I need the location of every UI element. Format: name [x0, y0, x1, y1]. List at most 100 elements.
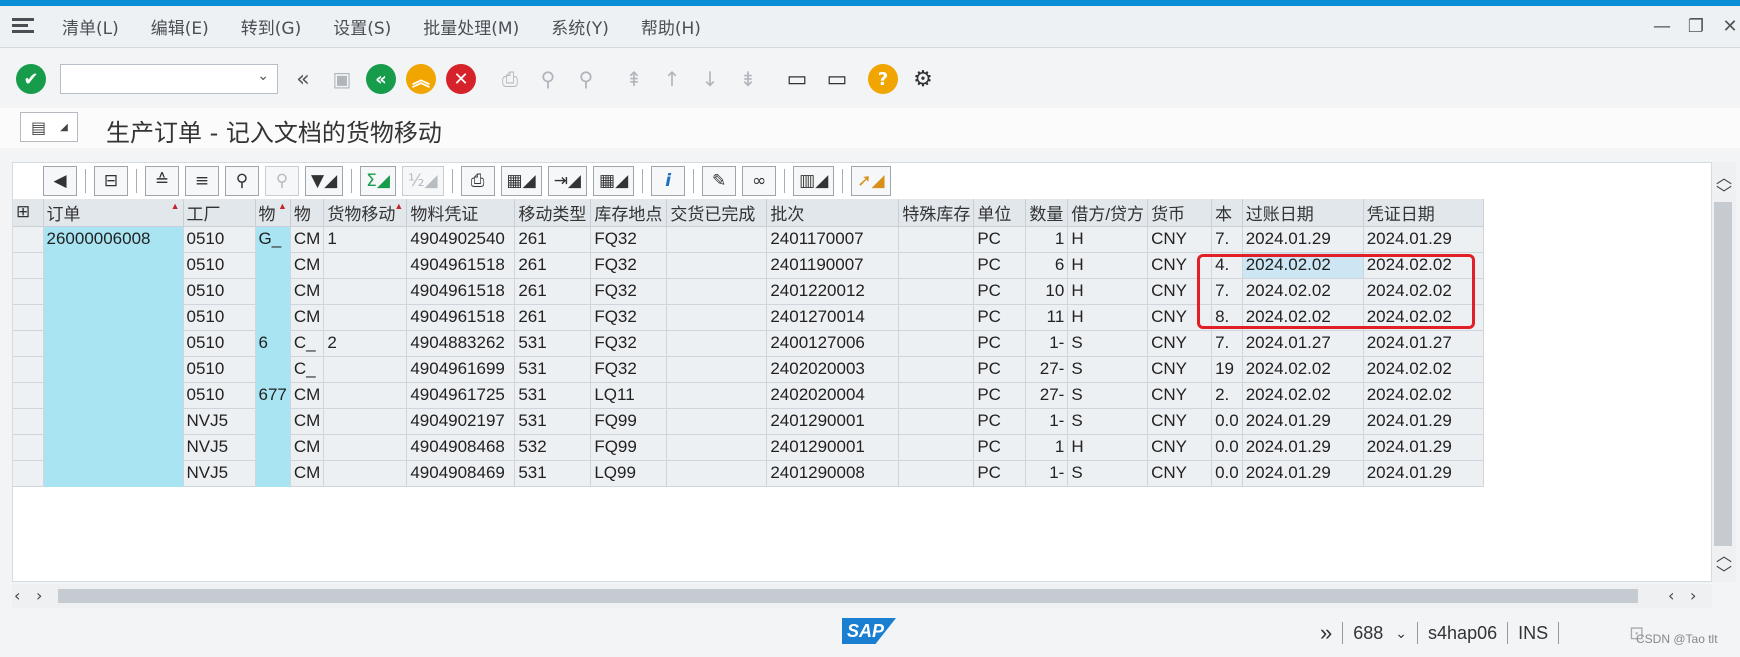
- scroll-left-end-icon[interactable]: ‹: [1668, 586, 1674, 605]
- cell-special-stock[interactable]: [898, 330, 975, 357]
- menu-help[interactable]: 帮助(H): [641, 14, 701, 39]
- cell-delivery-completed[interactable]: [666, 226, 768, 253]
- cell-batch[interactable]: 2401270014: [766, 304, 900, 331]
- exit-icon[interactable]: ︽: [406, 64, 436, 94]
- sort-descending-icon[interactable]: ≡: [185, 166, 219, 196]
- cell-plant[interactable]: 0510: [183, 226, 256, 253]
- col-header-document-date[interactable]: 凭证日期: [1363, 199, 1484, 227]
- cell-amount[interactable]: 7.: [1211, 226, 1243, 253]
- vertical-scrollbar[interactable]: ︿ ﹀ ︿ ﹀: [1712, 162, 1736, 583]
- cell-material[interactable]: [255, 304, 291, 331]
- cell-material[interactable]: 6: [255, 330, 291, 357]
- cell-debit-credit[interactable]: S: [1067, 330, 1149, 357]
- col-header-plant[interactable]: 工厂: [183, 199, 256, 227]
- cell-plant[interactable]: 0510: [183, 382, 256, 409]
- cell-storage-location[interactable]: LQ99: [590, 460, 668, 487]
- title-menu-button[interactable]: ▤ ◢: [20, 112, 78, 142]
- cell-storage-location[interactable]: FQ32: [590, 252, 668, 279]
- cell-document-date[interactable]: 2024.02.02: [1363, 382, 1484, 409]
- cell-special-stock[interactable]: [898, 356, 975, 383]
- cell-special-stock[interactable]: [898, 460, 975, 487]
- cell-movement-type[interactable]: 531: [514, 460, 592, 487]
- cell-plant[interactable]: 0510: [183, 252, 256, 279]
- cell-special-stock[interactable]: [898, 304, 975, 331]
- cell-storage-location[interactable]: LQ11: [590, 382, 668, 409]
- cell-posting-date[interactable]: 2024.01.29: [1242, 460, 1364, 487]
- cell-special-stock[interactable]: [898, 434, 975, 461]
- collapse-left-icon[interactable]: «: [288, 64, 318, 94]
- print-preview-icon[interactable]: ⎙: [460, 166, 495, 196]
- cell-batch[interactable]: 2402020004: [766, 382, 900, 409]
- cell-delivery-completed[interactable]: [666, 382, 768, 409]
- cell-unit[interactable]: PC: [973, 356, 1027, 383]
- scroll-right-end-icon[interactable]: ›: [1690, 586, 1696, 605]
- cell-order[interactable]: [43, 278, 184, 305]
- cell-quantity[interactable]: 6: [1025, 252, 1069, 279]
- cell-goods-movement[interactable]: [323, 434, 408, 461]
- menu-goto[interactable]: 转到(G): [241, 14, 301, 39]
- cell-quantity[interactable]: 1-: [1025, 408, 1069, 435]
- cell-posting-date[interactable]: 2024.01.29: [1242, 408, 1364, 435]
- sort-ascending-icon[interactable]: ≙: [145, 166, 179, 196]
- cell-plant[interactable]: NVJ5: [183, 434, 256, 461]
- vertical-scroll-thumb[interactable]: [1714, 202, 1732, 546]
- cell-amount[interactable]: 0.0: [1211, 434, 1243, 461]
- cell-material-desc[interactable]: C_: [290, 330, 325, 357]
- cell-order[interactable]: [43, 408, 184, 435]
- cell-storage-location[interactable]: FQ32: [590, 226, 668, 253]
- cell-debit-credit[interactable]: H: [1067, 252, 1149, 279]
- cell-goods-movement[interactable]: 1: [323, 226, 408, 253]
- cell-movement-type[interactable]: 531: [514, 382, 592, 409]
- col-header-special-stock[interactable]: 特殊库存: [898, 199, 975, 227]
- cell-material-doc[interactable]: 4904961518: [406, 304, 516, 331]
- cell-document-date[interactable]: 2024.02.02: [1363, 304, 1484, 331]
- cell-material-doc[interactable]: 4904908469: [406, 460, 516, 487]
- row-selector[interactable]: [13, 226, 44, 253]
- cell-order[interactable]: [43, 252, 184, 279]
- row-selector[interactable]: [13, 382, 44, 409]
- cell-storage-location[interactable]: FQ32: [590, 356, 668, 383]
- cell-movement-type[interactable]: 531: [514, 408, 592, 435]
- cell-goods-movement[interactable]: [323, 408, 408, 435]
- cell-amount[interactable]: 19: [1211, 356, 1243, 383]
- find-icon[interactable]: ⚲: [534, 65, 562, 93]
- cell-delivery-completed[interactable]: [666, 304, 768, 331]
- row-selector[interactable]: [13, 278, 44, 305]
- row-selector[interactable]: [13, 304, 44, 331]
- cell-movement-type[interactable]: 261: [514, 226, 592, 253]
- cell-order[interactable]: 26000006008: [43, 226, 184, 253]
- cell-order[interactable]: [43, 382, 184, 409]
- table-row[interactable]: 0510 CM 4904961518 261 FQ32 2401190007 PC 6 H CNY…: [13, 252, 1484, 279]
- environment-icon[interactable]: ▥◢: [793, 166, 835, 196]
- cell-document-date[interactable]: 2024.02.02: [1363, 278, 1484, 305]
- next-page-icon[interactable]: ↓: [696, 65, 724, 93]
- cell-unit[interactable]: PC: [973, 304, 1027, 331]
- col-header-material[interactable]: 物 ▲: [255, 199, 291, 227]
- cell-plant[interactable]: 0510: [183, 330, 256, 357]
- cell-debit-credit[interactable]: H: [1067, 278, 1149, 305]
- back-triangle-icon[interactable]: ◀: [43, 166, 77, 196]
- previous-page-icon[interactable]: ↑: [658, 65, 686, 93]
- table-row[interactable]: NVJ5 CM 4904908468 532 FQ99 2401290001 PC 1 H CNY…: [13, 434, 1484, 461]
- table-row[interactable]: 0510 677 CM 4904961725 531 LQ11 2402020004 PC 27…: [13, 382, 1484, 409]
- cell-delivery-completed[interactable]: [666, 252, 768, 279]
- cell-order[interactable]: [43, 434, 184, 461]
- cell-movement-type[interactable]: 531: [514, 330, 592, 357]
- find-binoculars-icon[interactable]: ⚲: [225, 166, 259, 196]
- cell-special-stock[interactable]: [898, 408, 975, 435]
- cell-plant[interactable]: 0510: [183, 304, 256, 331]
- table-row[interactable]: 0510 CM 4904961518 261 FQ32 2401220012 PC 10 H CN…: [13, 278, 1484, 305]
- cell-batch[interactable]: 2401220012: [766, 278, 900, 305]
- row-selector[interactable]: [13, 252, 44, 279]
- cell-currency[interactable]: CNY: [1147, 460, 1213, 487]
- layout-icon[interactable]: ▦◢: [593, 166, 635, 196]
- cell-material-desc[interactable]: C_: [290, 356, 325, 383]
- cell-material[interactable]: [255, 356, 291, 383]
- cell-material-doc[interactable]: 4904908468: [406, 434, 516, 461]
- cell-amount[interactable]: 4.: [1211, 252, 1243, 279]
- cell-order[interactable]: [43, 304, 184, 331]
- cell-currency[interactable]: CNY: [1147, 226, 1213, 253]
- cell-special-stock[interactable]: [898, 226, 975, 253]
- cell-material-doc[interactable]: 4904961725: [406, 382, 516, 409]
- input-mode[interactable]: INS: [1518, 623, 1548, 644]
